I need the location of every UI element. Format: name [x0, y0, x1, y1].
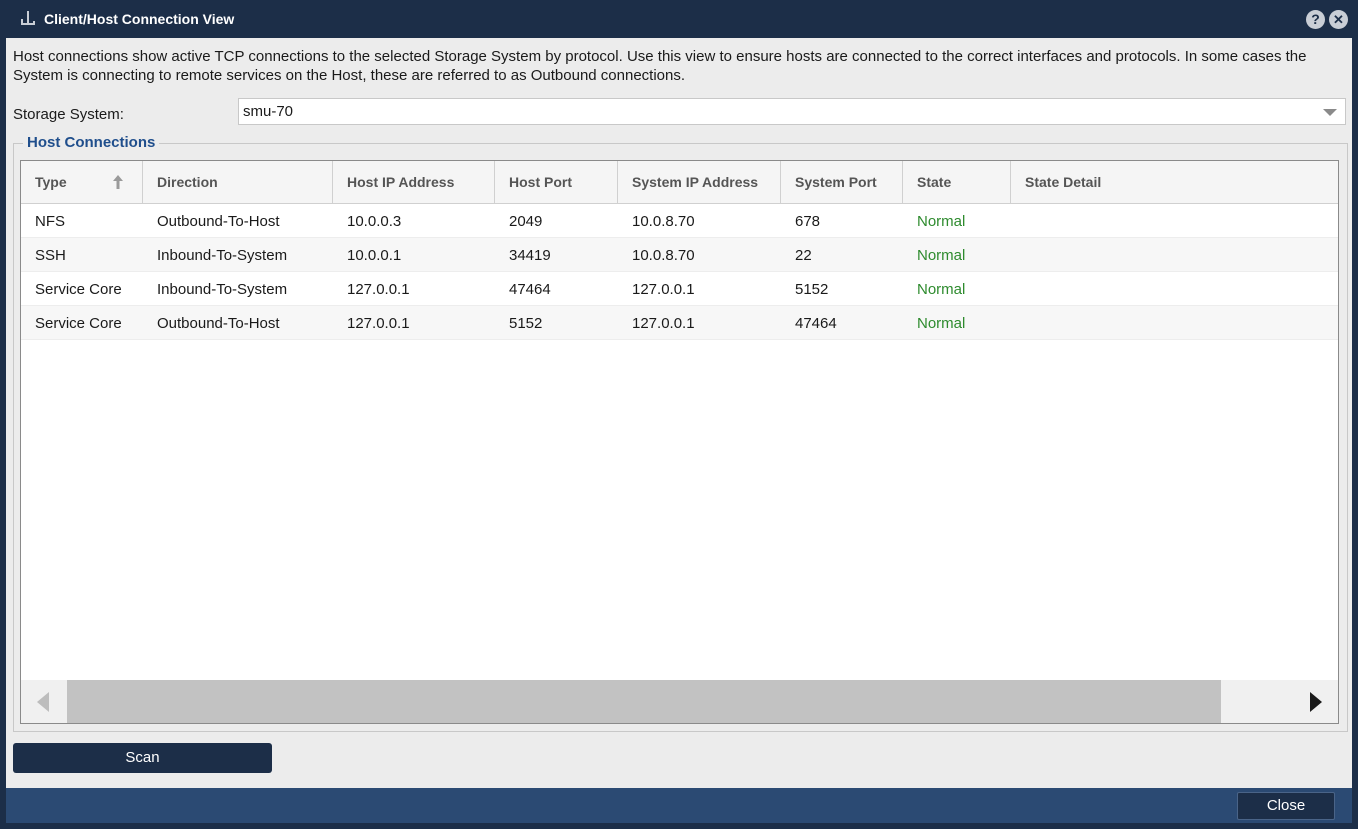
cell-host-ip: 10.0.0.1: [347, 247, 402, 264]
cell-system-ip: 127.0.0.1: [632, 281, 695, 298]
grid-header: Type Direction Host IP Address Host Port…: [21, 161, 1338, 204]
cell-state: Normal: [917, 247, 966, 264]
cell-host-ip: 127.0.0.1: [347, 281, 410, 298]
column-header-state-detail[interactable]: State Detail: [1011, 161, 1338, 203]
cell-host-ip: 10.0.0.3: [347, 213, 402, 230]
column-header-host-ip[interactable]: Host IP Address: [333, 161, 495, 203]
cell-state: Normal: [917, 315, 966, 332]
client-host-connection-window: Client/Host Connection View ? ✕ Host con…: [0, 0, 1358, 829]
window-title: Client/Host Connection View: [44, 11, 235, 27]
cell-host-port: 47464: [509, 281, 551, 298]
storage-system-value: smu-70: [243, 103, 294, 120]
cell-type: Service Core: [35, 315, 122, 332]
cell-direction: Outbound-To-Host: [157, 315, 280, 332]
scroll-right-arrow-icon[interactable]: [1310, 692, 1322, 712]
cell-state: Normal: [917, 281, 966, 298]
scrollbar-thumb[interactable]: [67, 680, 1221, 723]
table-row[interactable]: SSH Inbound-To-System 10.0.0.1 34419 10.…: [21, 238, 1338, 272]
table-row[interactable]: NFS Outbound-To-Host 10.0.0.3 2049 10.0.…: [21, 204, 1338, 238]
column-header-label: Type: [35, 174, 67, 190]
cell-direction: Inbound-To-System: [157, 247, 288, 264]
scroll-left-arrow-icon[interactable]: [37, 692, 49, 712]
cell-host-ip: 127.0.0.1: [347, 315, 410, 332]
host-connections-legend: Host Connections: [23, 134, 160, 151]
storage-system-select[interactable]: smu-70: [238, 98, 1346, 125]
cell-system-ip: 127.0.0.1: [632, 315, 695, 332]
cell-type: Service Core: [35, 281, 122, 298]
help-icon[interactable]: ?: [1306, 10, 1325, 29]
chevron-down-icon[interactable]: [1323, 109, 1337, 116]
column-header-system-ip[interactable]: System IP Address: [618, 161, 781, 203]
scan-button[interactable]: Scan: [13, 743, 272, 773]
cell-type: NFS: [35, 213, 65, 230]
cell-system-port: 5152: [795, 281, 829, 298]
table-row[interactable]: Service Core Inbound-To-System 127.0.0.1…: [21, 272, 1338, 306]
dialog-footer: Close: [6, 788, 1352, 823]
cell-host-port: 5152: [509, 315, 543, 332]
cell-host-port: 34419: [509, 247, 551, 264]
horizontal-scrollbar[interactable]: [21, 680, 1338, 723]
column-header-host-port[interactable]: Host Port: [495, 161, 618, 203]
title-bar[interactable]: Client/Host Connection View ? ✕: [0, 0, 1358, 38]
close-icon[interactable]: ✕: [1329, 10, 1348, 29]
cell-direction: Outbound-To-Host: [157, 213, 280, 230]
cell-system-port: 22: [795, 247, 812, 264]
host-connections-grid: Type Direction Host IP Address Host Port…: [20, 160, 1339, 724]
column-header-direction[interactable]: Direction: [143, 161, 333, 203]
storage-system-label: Storage System:: [13, 106, 124, 123]
column-header-system-port[interactable]: System Port: [781, 161, 903, 203]
column-header-state[interactable]: State: [903, 161, 1011, 203]
cell-system-port: 678: [795, 213, 821, 230]
dialog-body: Host connections show active TCP connect…: [6, 38, 1352, 788]
cell-system-ip: 10.0.8.70: [632, 247, 695, 264]
network-plug-icon: [21, 11, 35, 25]
cell-host-port: 2049: [509, 213, 543, 230]
description-text: Host connections show active TCP connect…: [13, 48, 1307, 84]
column-header-type[interactable]: Type: [21, 161, 143, 203]
cell-direction: Inbound-To-System: [157, 281, 288, 298]
cell-state: Normal: [917, 213, 966, 230]
table-row[interactable]: Service Core Outbound-To-Host 127.0.0.1 …: [21, 306, 1338, 340]
close-button[interactable]: Close: [1237, 792, 1335, 820]
sort-ascending-icon[interactable]: [112, 174, 124, 190]
cell-system-ip: 10.0.8.70: [632, 213, 695, 230]
cell-system-port: 47464: [795, 315, 837, 332]
cell-type: SSH: [35, 247, 66, 264]
